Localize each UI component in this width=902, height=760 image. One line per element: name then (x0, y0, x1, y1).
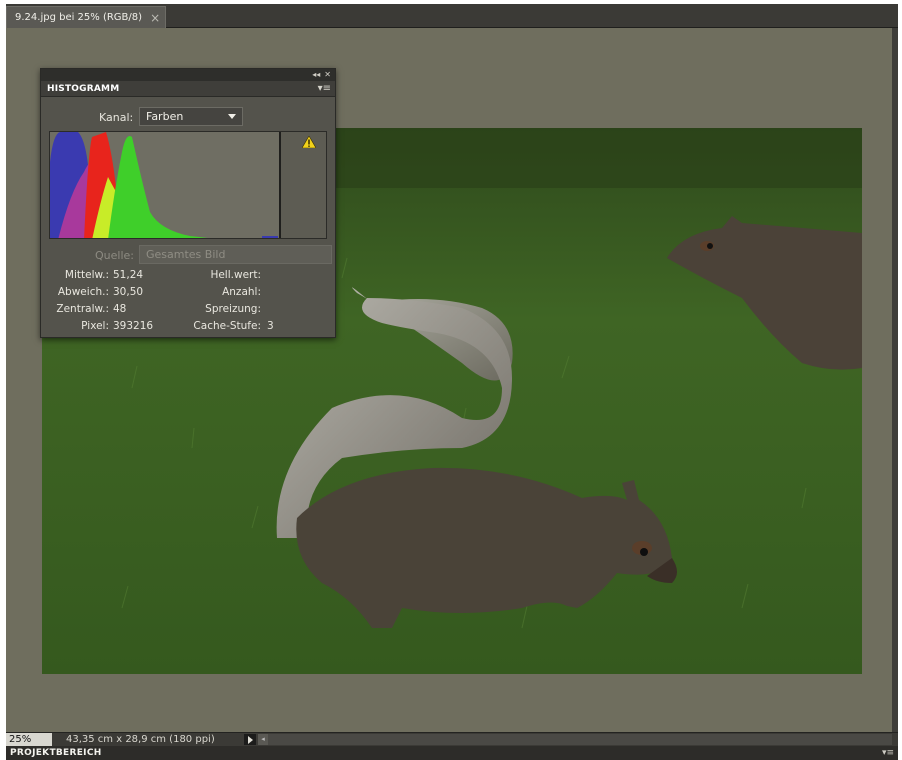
close-icon[interactable]: × (150, 12, 160, 24)
collapse-icon[interactable]: ◂◂ (312, 71, 320, 79)
pixels-value: 393216 (113, 320, 154, 332)
histogram-panel: ◂◂ ✕ HISTOGRAMM ▾≡ Kanal: Farben Quelle:… (40, 68, 336, 338)
panel-title: HISTOGRAMM (47, 83, 120, 94)
editor-window: 9.24.jpg bei 25% (RGB/8) × ◂◂ ✕ HISTOGRA… (6, 4, 898, 760)
channel-label: Kanal: (99, 111, 134, 124)
chevron-down-icon (228, 114, 236, 119)
level-label: Hell.wert: (210, 269, 261, 281)
median-value: 48 (113, 303, 127, 315)
mean-value: 51,24 (113, 269, 144, 281)
histogram-graph (49, 131, 327, 239)
warning-triangle-icon[interactable] (302, 136, 316, 148)
project-menu-icon[interactable]: ▾≡ (882, 746, 894, 760)
statistics-block: Mittelw.: 51,24 Hell.wert: Abweich.: 30,… (41, 267, 337, 335)
histogram-curves (50, 132, 278, 238)
document-tab[interactable]: 9.24.jpg bei 25% (RGB/8) × (6, 6, 166, 28)
status-menu-arrow-icon[interactable] (244, 734, 256, 745)
stddev-value: 30,50 (113, 286, 144, 298)
document-tab-bar: 9.24.jpg bei 25% (RGB/8) × (6, 4, 898, 28)
panel-header: HISTOGRAMM ▾≡ (41, 81, 335, 97)
vertical-scrollbar[interactable] (892, 28, 898, 732)
canvas-area[interactable]: ◂◂ ✕ HISTOGRAMM ▾≡ Kanal: Farben Quelle:… (6, 28, 892, 732)
stat-row: Abweich.: 30,50 Anzahl: (41, 284, 337, 301)
project-area-bar: PROJEKTBEREICH ▾≡ (6, 746, 898, 760)
channel-dropdown[interactable]: Farben (139, 107, 243, 126)
horizontal-scrollbar[interactable] (258, 734, 892, 745)
percentile-label: Spreizung: (205, 303, 261, 315)
stat-row: Mittelw.: 51,24 Hell.wert: (41, 267, 337, 284)
document-tab-label: 9.24.jpg bei 25% (RGB/8) (15, 12, 143, 23)
panel-title-strip: ◂◂ ✕ (41, 69, 335, 81)
stat-row: Zentralw.: 48 Spreizung: (41, 301, 337, 318)
project-area-label[interactable]: PROJEKTBEREICH (10, 746, 102, 760)
channel-value: Farben (146, 110, 184, 123)
mean-label: Mittelw.: (64, 269, 109, 281)
scroll-left-icon[interactable]: ◂ (258, 734, 268, 745)
panel-menu-icon[interactable]: ▾≡ (318, 83, 331, 94)
channel-row: Kanal: Farben (41, 105, 337, 129)
median-label: Zentralw.: (56, 303, 109, 315)
close-icon[interactable]: ✕ (324, 71, 331, 79)
document-size: 43,35 cm x 28,9 cm (180 ppi) (66, 734, 215, 745)
cache-value: 3 (267, 320, 274, 332)
cache-label: Cache-Stufe: (193, 320, 261, 332)
pixels-label: Pixel: (81, 320, 109, 332)
status-bar: 25% 43,35 cm x 28,9 cm (180 ppi) ◂ (6, 732, 898, 746)
stat-row: Pixel: 393216 Cache-Stufe: 3 (41, 318, 337, 335)
histogram-clip-area (281, 132, 326, 238)
count-label: Anzahl: (222, 286, 261, 298)
source-label: Quelle: (95, 249, 134, 262)
histogram-green (108, 136, 208, 238)
source-dropdown[interactable]: Gesamtes Bild (139, 245, 332, 264)
source-row: Quelle: Gesamtes Bild (41, 245, 337, 265)
source-value: Gesamtes Bild (146, 248, 226, 261)
histogram-blue-tail (262, 236, 278, 238)
stddev-label: Abweich.: (57, 286, 109, 298)
zoom-field[interactable]: 25% (6, 733, 52, 746)
